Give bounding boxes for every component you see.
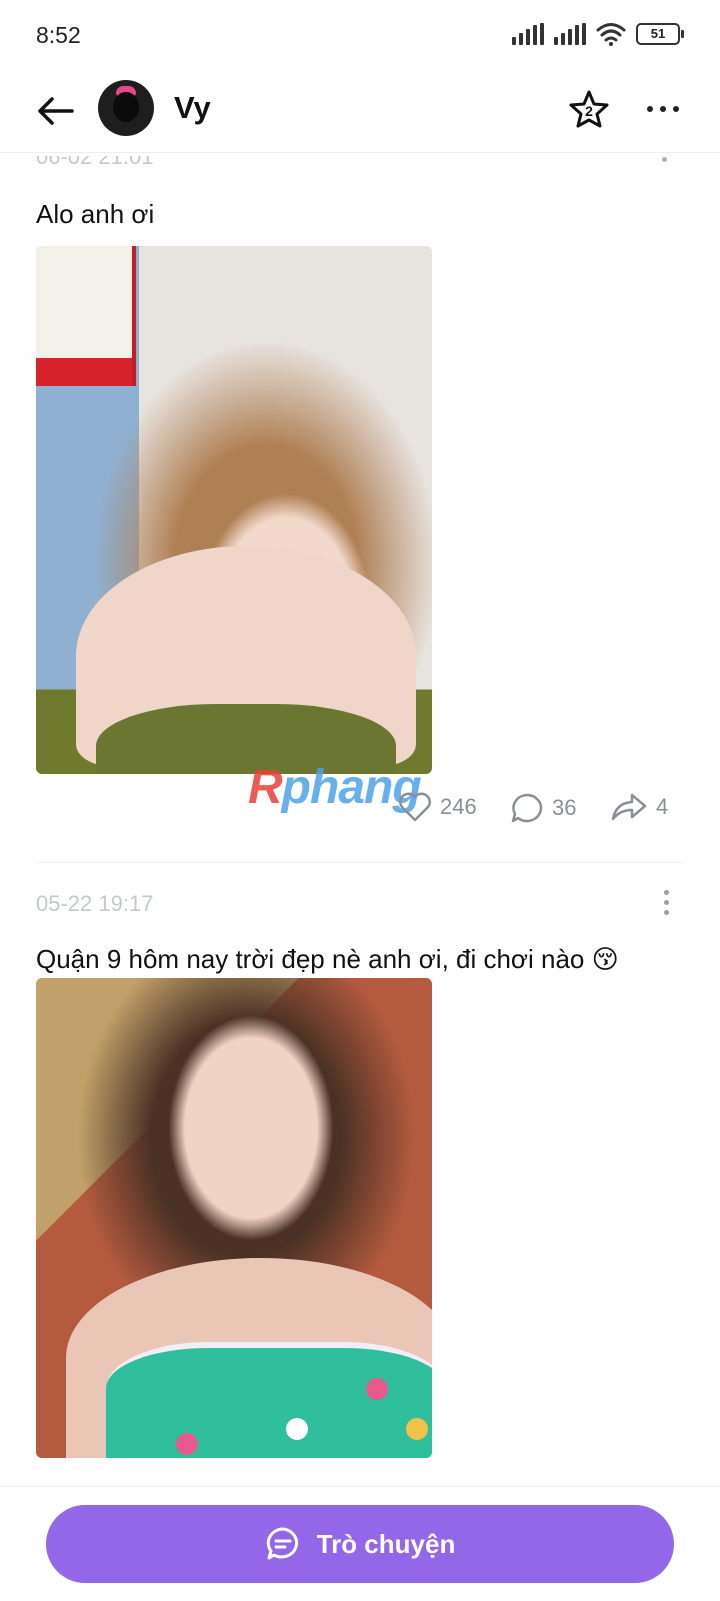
more-button[interactable] (640, 86, 686, 132)
comment-icon (511, 793, 543, 823)
chat-button-label: Trò chuyện (316, 1528, 456, 1559)
post-options-icon[interactable] (664, 890, 670, 915)
chat-button[interactable]: Trò chuyện (46, 1505, 674, 1583)
profile-header: Vy 2 (0, 72, 720, 153)
post-stats: 246 36 4 (0, 792, 720, 832)
avatar[interactable] (98, 80, 154, 136)
status-time: 8:52 (36, 22, 81, 48)
status-bar: 8:52 51 (0, 0, 720, 72)
heart-icon (399, 792, 431, 822)
comment-count: 36 (552, 795, 577, 820)
favorite-button[interactable]: 2 (566, 86, 612, 132)
status-icons: 51 (512, 22, 684, 46)
battery-icon: 51 (636, 23, 684, 45)
back-button[interactable] (30, 86, 80, 136)
wifi-icon (596, 23, 626, 46)
post-timestamp: 05-22 19:17 (36, 891, 154, 916)
post-text: Quận 9 hôm nay trời đẹp nè anh ơi, đi ch… (36, 944, 619, 974)
share-count: 4 (656, 794, 669, 819)
more-icon (647, 106, 679, 112)
star-icon: 2 (569, 90, 609, 128)
post-photo[interactable] (36, 246, 432, 774)
chat-icon (266, 1527, 298, 1560)
post-divider (36, 862, 684, 863)
share-button[interactable]: 4 (610, 792, 668, 822)
post-options-icon[interactable] (662, 157, 667, 162)
signal-icon (554, 23, 586, 45)
signal-icon (512, 23, 544, 45)
profile-name[interactable]: Vy (174, 90, 211, 126)
post-photo[interactable] (36, 978, 432, 1458)
post-text: Alo anh ơi (36, 199, 155, 229)
like-button[interactable]: 246 (398, 792, 477, 822)
star-badge: 2 (585, 103, 593, 119)
share-icon (611, 793, 647, 821)
bottom-bar: Trò chuyện (0, 1486, 720, 1601)
like-count: 246 (440, 794, 477, 819)
back-arrow-icon (38, 97, 74, 125)
comment-button[interactable]: 36 (510, 792, 576, 824)
